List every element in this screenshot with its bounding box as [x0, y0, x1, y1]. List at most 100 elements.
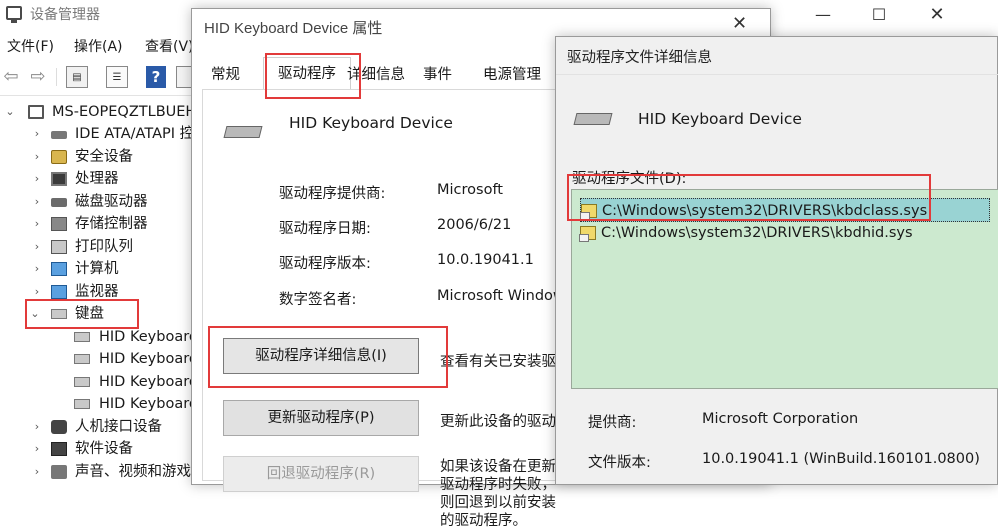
chevron-right-icon[interactable]: › [31, 461, 43, 483]
tab-driver[interactable]: 驱动程序 [263, 57, 351, 89]
device-name: HID Keyboard Device [289, 114, 453, 132]
provider-value: Microsoft Corporation [702, 411, 859, 427]
close-button[interactable]: ✕ [914, 0, 960, 30]
tree-item-label: 处理器 [75, 171, 119, 187]
device-manager-icon [6, 6, 22, 23]
chevron-right-icon[interactable]: › [31, 416, 43, 438]
tab-details[interactable]: 详细信息 [347, 61, 405, 89]
computer-icon [51, 262, 67, 276]
digital-signer-value: Microsoft Windows [437, 288, 573, 304]
rollback-driver-description: 如果该设备在更新驱动程序时失败，则回退到以前安装的驱动程序。 [440, 459, 556, 529]
maximize-button[interactable]: ☐ [856, 0, 902, 30]
processor-icon [51, 172, 67, 186]
digital-signer-label: 数字签名者: [279, 292, 357, 308]
update-driver-button[interactable]: 更新驱动程序(P) [223, 400, 419, 436]
file-version-label: 文件版本: [588, 455, 651, 471]
tree-item-label: 人机接口设备 [75, 419, 162, 435]
close-button[interactable]: ✕ [732, 13, 747, 34]
menu-file[interactable]: 文件(F) [7, 36, 54, 56]
tree-item-processor[interactable]: › 处理器 [0, 168, 200, 190]
driver-version-label: 驱动程序版本: [279, 256, 371, 272]
keyboard-icon [74, 354, 90, 364]
tree-item-print-queue[interactable]: › 打印队列 [0, 236, 200, 258]
file-icon [579, 226, 596, 242]
tree-item-hid[interactable]: › 人机接口设备 [0, 416, 200, 438]
tree-item-storage[interactable]: › 存储控制器 [0, 213, 200, 235]
tab-events[interactable]: 事件 [423, 61, 452, 89]
hid-icon [51, 420, 67, 434]
dialog-title: HID Keyboard Device 属性 [204, 20, 383, 37]
tab-general[interactable]: 常规 [211, 61, 240, 89]
driver-details-button[interactable]: 驱动程序详细信息(I) [223, 338, 419, 374]
software-device-icon [51, 442, 67, 456]
tree-item-computer[interactable]: › 计算机 [0, 258, 200, 280]
menu-view[interactable]: 查看(V) [145, 36, 194, 56]
tree-root-label: MS-EOPEQZTLBUEH [52, 104, 197, 120]
window-title: 设备管理器 [30, 7, 100, 23]
tree-item-keyboard[interactable]: ⌄ 键盘 [0, 303, 200, 325]
tree-item-label: 键盘 [75, 306, 104, 322]
chevron-right-icon[interactable]: › [31, 213, 43, 235]
rollback-driver-button[interactable]: 回退驱动程序(R) [223, 456, 419, 492]
chevron-right-icon[interactable]: › [31, 146, 43, 168]
tree-item-label: 存储控制器 [75, 216, 148, 232]
driver-file-item[interactable]: C:\Windows\system32\DRIVERS\kbdclass.sys [580, 198, 990, 222]
minimize-button[interactable]: — [800, 0, 846, 30]
view-list-icon[interactable]: ☰ [106, 66, 128, 88]
chevron-right-icon[interactable]: › [31, 191, 43, 213]
tree-item-hid-keyboard[interactable]: HID Keyboard Device [0, 393, 252, 415]
tree-item-disk[interactable]: › 磁盘驱动器 [0, 191, 200, 213]
audio-icon [51, 465, 67, 479]
tree-item-label: 安全设备 [75, 149, 133, 165]
driver-version-value: 10.0.19041.1 [437, 252, 534, 268]
tree-item-ide[interactable]: › IDE ATA/ATAPI 控制器 [0, 123, 223, 145]
back-arrow-icon[interactable]: ⇦ [0, 66, 22, 88]
title-divider [556, 74, 998, 75]
driver-file-path: C:\Windows\system32\DRIVERS\kbdclass.sys [602, 203, 928, 219]
help-icon[interactable]: ? [146, 66, 166, 88]
tree-item-security[interactable]: › 安全设备 [0, 146, 200, 168]
tree-item-hid-keyboard[interactable]: HID Keyboard Device [0, 326, 252, 348]
tab-power-management[interactable]: 电源管理 [483, 61, 541, 89]
keyboard-icon [74, 332, 90, 342]
tree-item-label: 计算机 [75, 261, 119, 277]
tree-item-label: 软件设备 [75, 441, 133, 457]
toolbar-divider [0, 95, 200, 96]
driver-file-item[interactable]: C:\Windows\system32\DRIVERS\kbdhid.sys [579, 221, 990, 245]
tree-item-software[interactable]: › 软件设备 [0, 438, 200, 460]
menu-action[interactable]: 操作(A) [74, 36, 123, 56]
computer-root-icon [28, 105, 44, 119]
chevron-right-icon[interactable]: › [31, 168, 43, 190]
driver-files-list[interactable]: C:\Windows\system32\DRIVERS\kbdclass.sys… [571, 189, 998, 389]
chevron-down-icon[interactable]: ⌄ [4, 101, 16, 123]
provider-label: 提供商: [588, 415, 637, 431]
chevron-right-icon[interactable]: › [31, 438, 43, 460]
tab-strip: 常规 驱动程序 详细信息 事件 电源管理 [201, 57, 601, 91]
tree-root[interactable]: ⌄ MS-EOPEQZTLBUEH [0, 101, 200, 123]
chevron-right-icon[interactable]: › [31, 123, 43, 145]
file-icon [580, 204, 597, 220]
storage-controller-icon [51, 217, 67, 231]
chevron-right-icon[interactable]: › [31, 258, 43, 280]
tree-item-monitor[interactable]: › 监视器 [0, 281, 200, 303]
chevron-right-icon[interactable]: › [31, 281, 43, 303]
tree-item-hid-keyboard[interactable]: HID Keyboard Device [0, 371, 252, 393]
driver-date-value: 2006/6/21 [437, 217, 512, 233]
tree-item-label: 打印队列 [75, 239, 133, 255]
file-version-value: 10.0.19041.1 (WinBuild.160101.0800) [702, 451, 980, 467]
toolbar-separator [56, 68, 57, 86]
forward-arrow-icon[interactable]: ⇨ [27, 66, 49, 88]
device-name: HID Keyboard Device [638, 110, 802, 128]
disk-drive-icon [51, 198, 67, 207]
device-tree: ⌄ MS-EOPEQZTLBUEH › IDE ATA/ATAPI 控制器 › … [0, 100, 252, 485]
ide-controller-icon [51, 131, 67, 139]
tree-item-hid-keyboard[interactable]: HID Keyboard Device [0, 348, 252, 370]
driver-file-details-dialog: 驱动程序文件详细信息 HID Keyboard Device 驱动程序文件(D)… [555, 36, 998, 485]
chevron-right-icon[interactable]: › [31, 236, 43, 258]
properties-icon[interactable]: ▤ [66, 66, 88, 88]
tree-item-label: 磁盘驱动器 [75, 194, 148, 210]
dialog-title: 驱动程序文件详细信息 [567, 50, 712, 66]
tree-item-audio[interactable]: › 声音、视频和游戏控制器 [0, 461, 235, 483]
chevron-down-icon[interactable]: ⌄ [29, 303, 41, 325]
keyboard-icon [223, 126, 263, 138]
